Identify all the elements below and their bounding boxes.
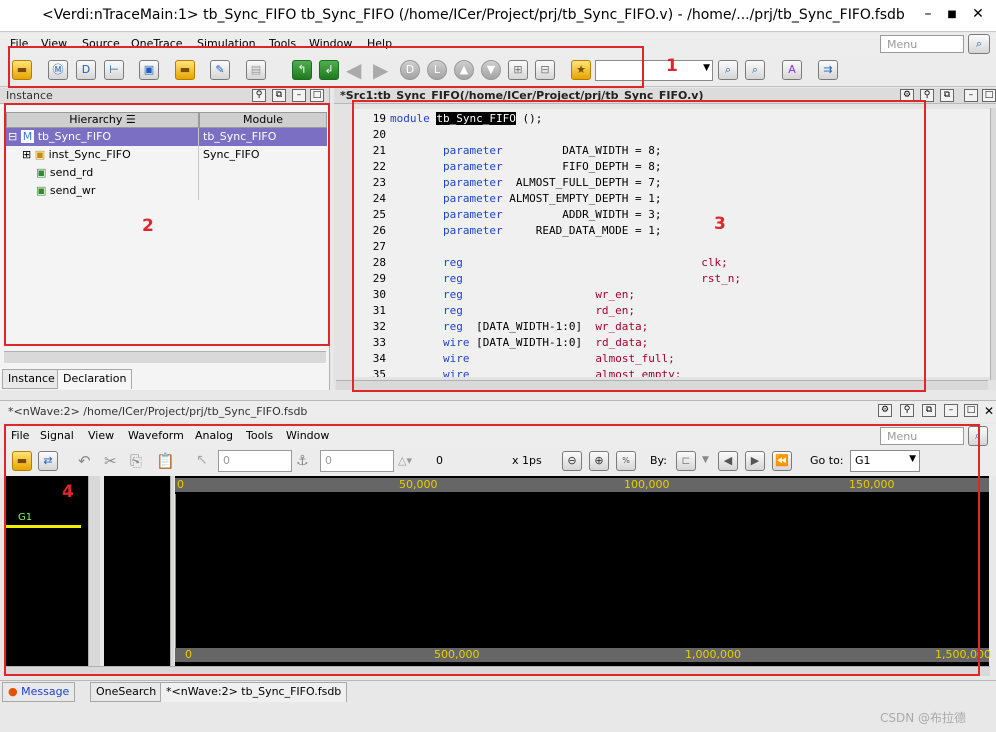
- dock-icon[interactable]: ⇉: [818, 60, 838, 80]
- tab-nwave[interactable]: *<nWave:2> tb_Sync_FIFO.fsdb: [160, 682, 348, 702]
- undock-icon[interactable]: ⧉: [922, 404, 936, 417]
- search-icon[interactable]: ⌕: [968, 34, 990, 54]
- find-next-icon[interactable]: ⌕: [745, 60, 765, 80]
- annotation-box-4: [4, 424, 980, 676]
- maximize-panel-icon[interactable]: □: [964, 404, 978, 417]
- find-icon[interactable]: ⌕: [718, 60, 738, 80]
- minimize-panel-icon[interactable]: –: [964, 89, 978, 102]
- minimize-button[interactable]: –: [920, 6, 936, 22]
- close-icon[interactable]: ✕: [984, 404, 994, 418]
- tab-declaration[interactable]: Declaration: [57, 369, 133, 389]
- annotation-box-1: [8, 46, 644, 88]
- wave-window-title: *<nWave:2> /home/ICer/Project/prj/tb_Syn…: [8, 405, 308, 418]
- close-button[interactable]: ✕: [970, 6, 986, 22]
- tab-instance[interactable]: Instance: [2, 369, 61, 389]
- instance-hscrollbar[interactable]: [4, 351, 326, 363]
- tab-message-label: Message: [21, 685, 70, 698]
- pin-icon[interactable]: ⚲: [900, 404, 914, 417]
- wave-title-bar: *<nWave:2> /home/ICer/Project/prj/tb_Syn…: [0, 400, 996, 422]
- annotation-label-4: 4: [62, 482, 74, 502]
- title-bar: <Verdi:nTraceMain:1> tb_Sync_FIFO tb_Syn…: [0, 0, 996, 32]
- annotation-label-2: 2: [142, 216, 154, 236]
- annotation-box-3: [352, 100, 926, 392]
- maximize-button[interactable]: ■: [944, 9, 960, 20]
- undock-icon[interactable]: ⧉: [272, 89, 286, 102]
- undock-icon[interactable]: ⧉: [940, 89, 954, 102]
- minimize-panel-icon[interactable]: –: [944, 404, 958, 417]
- message-icon: ●: [8, 685, 18, 698]
- annotation-box-2: [4, 103, 330, 346]
- tab-message[interactable]: ● Message: [2, 682, 76, 702]
- window-title: <Verdi:nTraceMain:1> tb_Sync_FIFO tb_Syn…: [42, 7, 905, 23]
- menu-search-input[interactable]: Menu: [880, 35, 964, 53]
- tab-onesearch[interactable]: OneSearch: [90, 682, 163, 702]
- minimize-panel-icon[interactable]: –: [292, 89, 306, 102]
- settings-icon[interactable]: ⚙: [878, 404, 892, 417]
- watermark: CSDN @布拉德: [880, 711, 967, 725]
- maximize-panel-icon[interactable]: □: [310, 89, 324, 102]
- pin-icon[interactable]: ⚲: [252, 89, 266, 102]
- annotation-label-1: 1: [666, 56, 678, 76]
- annotation-label-3: 3: [714, 214, 726, 234]
- chevron-down-icon[interactable]: ▼: [703, 63, 710, 73]
- maximize-panel-icon[interactable]: □: [982, 89, 996, 102]
- source-vscrollbar[interactable]: [990, 108, 996, 380]
- apps-icon[interactable]: A: [782, 60, 802, 80]
